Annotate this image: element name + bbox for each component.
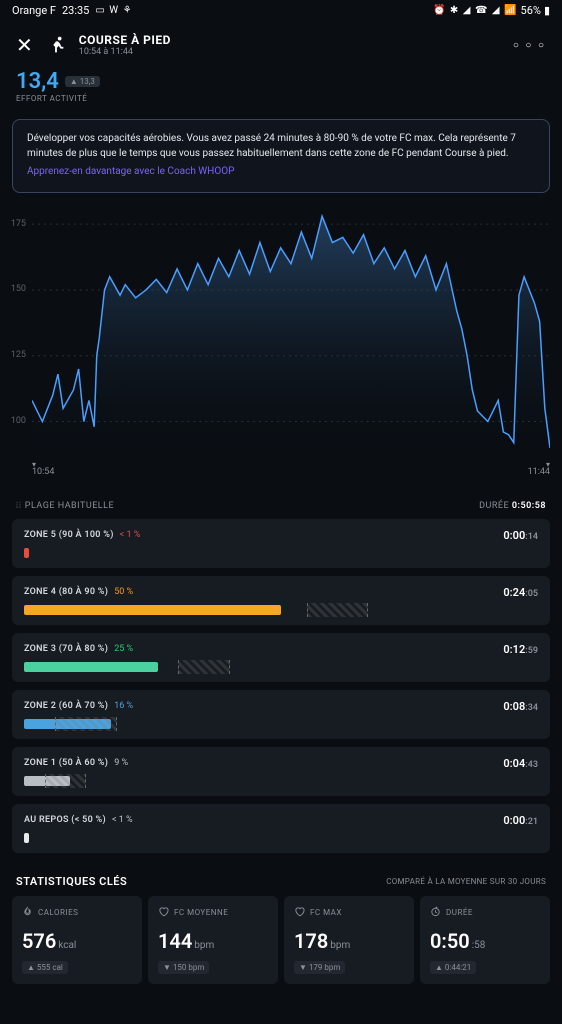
chart-x-start: 10:54: [32, 467, 54, 477]
zone-name: ZONE 2 (60 À 70 %): [24, 701, 108, 711]
status-time: 23:35: [62, 4, 89, 17]
effort-section: 13,4 ▲ 13,3 EFFORT ACTIVITÉ: [0, 69, 562, 111]
stat-label: CALORIES: [38, 908, 78, 917]
carrier: Orange F: [12, 4, 56, 17]
chart-y-tick: 125: [4, 350, 26, 360]
battery: 56%: [521, 4, 541, 17]
stat-value: 144: [158, 929, 192, 953]
zone-bar: [24, 548, 538, 558]
stat-card-calories[interactable]: CALORIES 576kcal ▲ 555 cal: [12, 896, 142, 984]
habitual-range-label: ⦙⦙ PLAGE HABITUELLE: [16, 501, 114, 511]
activity-header: ✕ COURSE À PIED 10:54 à 11:44 ○ ○ ○: [0, 21, 562, 69]
chart-y-tick: 150: [4, 284, 26, 294]
status-bar: Orange F 23:35 ▭ W ⚘ ⏰ ✱ ◢ ☎ ◢ 📶 56% ▮: [0, 0, 562, 21]
stat-label: FC MOYENNE: [174, 908, 228, 917]
zone-card-2[interactable]: ZONE 3 (70 À 80 %) 25 % 0:12:59: [12, 633, 550, 682]
more-icon[interactable]: ○ ○ ○: [513, 40, 546, 51]
zone-card-4[interactable]: ZONE 1 (50 À 60 %) 9 % 0:04:43: [12, 747, 550, 796]
hr-chart[interactable]: ▾ ▾ 10:54 11:44 100125150175: [4, 201, 558, 491]
coach-info-card[interactable]: Développer vos capacités aérobies. Vous …: [12, 119, 550, 193]
zone-time: 0:00:21: [503, 814, 538, 827]
coach-info-text: Développer vos capacités aérobies. Vous …: [27, 133, 516, 159]
heart-icon: [294, 906, 305, 919]
stat-label: DURÉE: [446, 908, 473, 917]
zone-name: ZONE 5 (90 À 100 %): [24, 530, 114, 540]
zone-habitual-range: [45, 774, 86, 788]
stat-unit: bpm: [330, 940, 350, 951]
zone-bar: [24, 605, 538, 615]
system-icons: ⏰ ✱ ◢ ☎ ◢ 📶: [433, 5, 518, 16]
zone-habitual-range: [55, 717, 117, 731]
stat-card-durée[interactable]: DURÉE 0:50:58 ▲ 0:44:21: [420, 896, 550, 984]
zone-name: AU REPOS (< 50 %): [24, 815, 106, 825]
duration-label: DURÉE 0:50:58: [479, 501, 546, 511]
zone-time: 0:24:05: [503, 586, 538, 599]
zone-time: 0:08:34: [503, 700, 538, 713]
zones-header: ⦙⦙ PLAGE HABITUELLE DURÉE 0:50:58: [0, 491, 562, 519]
stat-unit: bpm: [194, 940, 214, 951]
stat-trend: ▼ 150 bpm: [158, 961, 209, 974]
coach-learn-more-link[interactable]: Apprenez-en davantage avec le Coach WHOO…: [27, 165, 535, 180]
zone-pct: 9 %: [114, 758, 128, 768]
zone-fill: [24, 605, 281, 615]
activity-time-range: 10:54 à 11:44: [79, 47, 501, 57]
zone-card-1[interactable]: ZONE 4 (80 À 90 %) 50 % 0:24:05: [12, 576, 550, 625]
zone-name: ZONE 1 (50 À 60 %): [24, 758, 108, 768]
zone-time: 0:00:14: [503, 529, 538, 542]
battery-icon: ▮: [544, 4, 550, 17]
stats-header: STATISTIQUES CLÉS COMPARÉ À LA MOYENNE S…: [0, 861, 562, 896]
zone-time: 0:04:43: [503, 757, 538, 770]
activity-title: COURSE À PIED: [79, 33, 501, 47]
stat-trend: ▼ 179 bpm: [294, 961, 345, 974]
heart-icon: [158, 906, 169, 919]
effort-trend: ▲ 13,3: [65, 76, 100, 87]
stat-value: 576: [22, 929, 56, 953]
zone-pct: < 1 %: [112, 815, 133, 825]
zone-card-0[interactable]: ZONE 5 (90 À 100 %) < 1 % 0:00:14: [12, 519, 550, 568]
zone-pct: 50 %: [114, 587, 133, 597]
zone-bar: [24, 662, 538, 672]
running-icon: [45, 34, 67, 56]
stat-value: 0:50: [430, 929, 470, 953]
zone-pct: < 1 %: [120, 530, 141, 540]
zone-card-3[interactable]: ZONE 2 (60 À 70 %) 16 % 0:08:34: [12, 690, 550, 739]
zone-fill: [24, 548, 29, 558]
zone-bar: [24, 776, 538, 786]
chart-x-end: 11:44: [528, 467, 550, 477]
clock-icon: [430, 906, 441, 919]
zone-habitual-range: [178, 660, 229, 674]
notif-icons: ▭ W ⚘: [95, 5, 132, 16]
zone-name: ZONE 4 (80 À 90 %): [24, 587, 108, 597]
stat-unit: :58: [472, 940, 486, 951]
zone-bar: [24, 833, 538, 843]
close-icon[interactable]: ✕: [16, 33, 33, 57]
zone-fill: [24, 662, 158, 672]
chart-y-tick: 175: [4, 219, 26, 229]
chart-y-tick: 100: [4, 416, 26, 426]
zone-time: 0:12:59: [503, 643, 538, 656]
zone-name: ZONE 3 (70 À 80 %): [24, 644, 108, 654]
effort-label: EFFORT ACTIVITÉ: [16, 94, 546, 103]
zone-card-5[interactable]: AU REPOS (< 50 %) < 1 % 0:00:21: [12, 804, 550, 853]
stat-card-fc-moyenne[interactable]: FC MOYENNE 144bpm ▼ 150 bpm: [148, 896, 278, 984]
flame-icon: [22, 906, 33, 919]
stats-title: STATISTIQUES CLÉS: [16, 875, 127, 888]
effort-value: 13,4: [16, 69, 59, 94]
stat-trend: ▲ 555 cal: [22, 961, 68, 974]
zone-pct: 25 %: [114, 644, 133, 654]
zone-fill: [24, 833, 29, 843]
stat-value: 178: [294, 929, 328, 953]
stats-sub: COMPARÉ À LA MOYENNE SUR 30 JOURS: [386, 877, 546, 886]
zone-pct: 16 %: [114, 701, 133, 711]
stat-trend: ▲ 0:44:21: [430, 961, 476, 974]
stat-unit: kcal: [58, 940, 76, 951]
stat-label: FC MAX: [310, 908, 342, 917]
stat-card-fc-max[interactable]: FC MAX 178bpm ▼ 179 bpm: [284, 896, 414, 984]
zone-habitual-range: [307, 603, 369, 617]
zone-bar: [24, 719, 538, 729]
